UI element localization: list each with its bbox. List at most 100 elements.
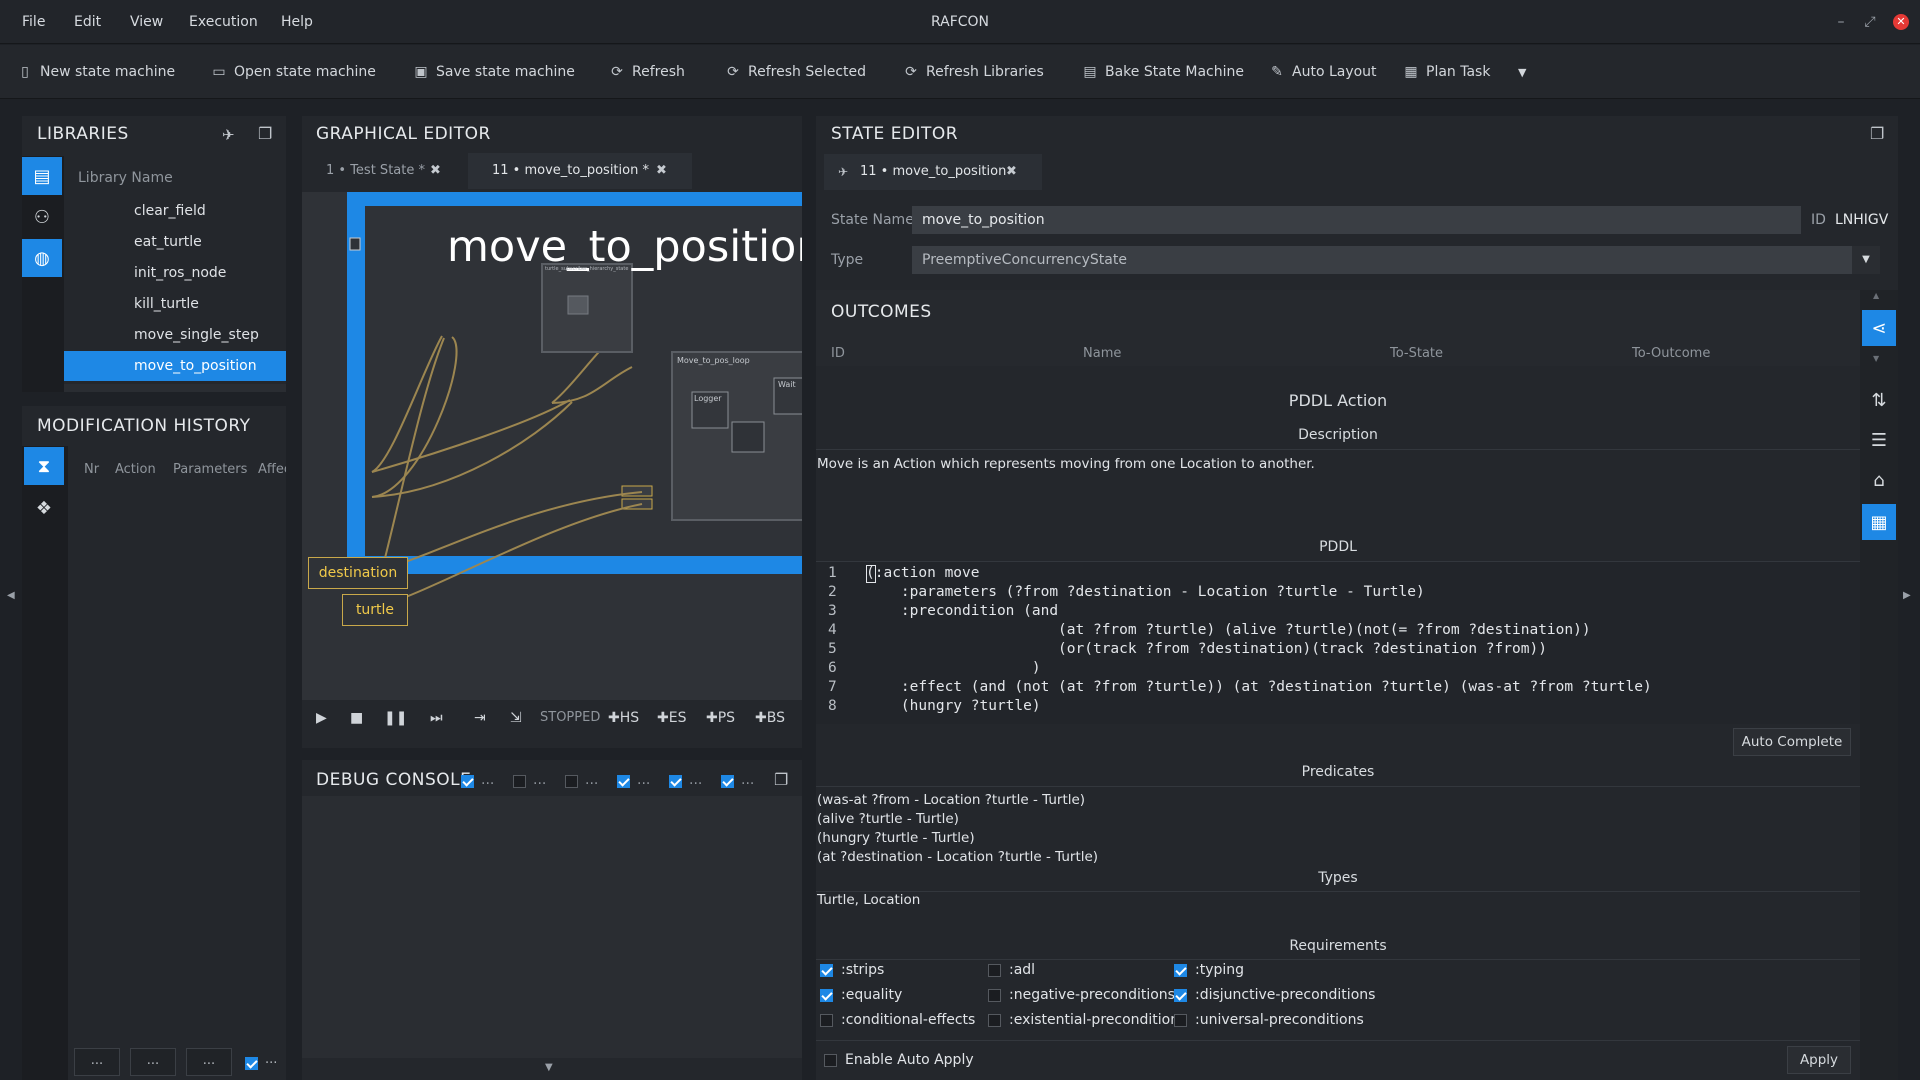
- menu-help[interactable]: Help: [281, 14, 313, 30]
- description-text[interactable]: Move is an Action which represents movin…: [817, 456, 1315, 472]
- debug-filter-checkbox[interactable]: [513, 773, 526, 789]
- menu-file[interactable]: File: [22, 14, 45, 30]
- new-state-machine-label: New state machine: [40, 64, 176, 80]
- stop-icon[interactable]: ■: [350, 710, 363, 726]
- step-out-icon[interactable]: ⇥: [474, 710, 486, 726]
- collapse-right-icon[interactable]: ▶: [1903, 590, 1911, 601]
- pin-icon[interactable]: ✈: [838, 165, 848, 179]
- globe-icon[interactable]: ◍: [22, 239, 62, 277]
- pause-icon[interactable]: ❚❚: [384, 710, 407, 726]
- graphical-editor-title: GRAPHICAL EDITOR: [316, 124, 491, 144]
- close-tab-icon[interactable]: ✖: [1006, 164, 1017, 179]
- type-select[interactable]: PreemptiveConcurrencyState: [912, 246, 1852, 274]
- history-option-button[interactable]: ...: [130, 1048, 176, 1076]
- refresh-button[interactable]: ⟳ Refresh: [610, 61, 685, 83]
- library-item[interactable]: move_single_step: [64, 320, 286, 350]
- library-item[interactable]: clear_field: [64, 196, 286, 226]
- port-label-turtle[interactable]: turtle: [342, 594, 408, 626]
- menu-execution[interactable]: Execution: [189, 14, 258, 30]
- divider: [816, 449, 1860, 450]
- bake-state-machine-button[interactable]: ▤ Bake State Machine: [1083, 61, 1244, 83]
- calculator-icon[interactable]: ▦: [1862, 504, 1896, 540]
- requirement-strips[interactable]: :strips: [820, 962, 884, 978]
- predicate-line: (at ?destination - Location ?turtle - Tu…: [817, 849, 1099, 865]
- libraries-scrollbar[interactable]: [64, 384, 286, 392]
- save-state-machine-button[interactable]: ▣ Save state machine: [414, 61, 575, 83]
- requirement-negative-preconditions[interactable]: :negative-preconditions: [988, 987, 1175, 1003]
- auto-layout-button[interactable]: ✎ Auto Layout: [1270, 61, 1376, 83]
- debug-filter-checkbox[interactable]: [721, 773, 734, 789]
- align-left-icon[interactable]: ☰: [1862, 422, 1896, 458]
- hierarchy-icon[interactable]: ⚇: [22, 198, 62, 236]
- requirement-adl[interactable]: :adl: [988, 962, 1035, 978]
- library-item[interactable]: eat_turtle: [64, 227, 286, 257]
- history-filter-checkbox[interactable]: [245, 1055, 258, 1071]
- debug-console-output[interactable]: [302, 796, 802, 1058]
- scroll-down-icon[interactable]: ▼: [545, 1062, 553, 1073]
- close-window-button[interactable]: ✕: [1893, 14, 1909, 30]
- library-book-icon[interactable]: ▤: [22, 157, 62, 195]
- step-forward-icon[interactable]: ⏭: [430, 710, 443, 726]
- library-item-selected[interactable]: move_to_position: [64, 351, 286, 381]
- scroll-up-icon[interactable]: ▲: [1873, 291, 1879, 300]
- menu-edit[interactable]: Edit: [74, 14, 101, 30]
- requirement-label: :negative-preconditions: [1009, 987, 1175, 1003]
- add-hs-button[interactable]: ✚HS: [608, 710, 639, 726]
- undock-icon[interactable]: ❐: [258, 124, 272, 143]
- requirement-equality[interactable]: :equality: [820, 987, 902, 1003]
- minimize-button[interactable]: –: [1831, 12, 1851, 32]
- undock-icon[interactable]: ❐: [774, 770, 788, 789]
- pin-icon[interactable]: ✈: [222, 126, 235, 144]
- collapse-left-icon[interactable]: ◀: [7, 590, 15, 601]
- institution-icon[interactable]: ⌂: [1862, 462, 1896, 498]
- refresh-selected-button[interactable]: ⟳ Refresh Selected: [726, 61, 866, 83]
- new-state-machine-button[interactable]: ▯ New state machine: [18, 61, 175, 83]
- chevron-down-icon[interactable]: ▼: [1852, 246, 1880, 274]
- play-icon[interactable]: ▶: [316, 710, 327, 726]
- debug-console-title: DEBUG CONSOLE: [316, 770, 472, 790]
- undock-icon[interactable]: ❐: [1870, 124, 1884, 143]
- state-name-field[interactable]: move_to_position: [912, 206, 1801, 234]
- add-bs-button[interactable]: ✚BS: [755, 710, 785, 726]
- restore-button[interactable]: ⤢: [1860, 12, 1880, 32]
- history-option-button[interactable]: ...: [186, 1048, 232, 1076]
- requirement-disjunctive-preconditions[interactable]: :disjunctive-preconditions: [1174, 987, 1375, 1003]
- port-label-destination[interactable]: destination: [308, 557, 408, 589]
- refresh-libraries-button[interactable]: ⟳ Refresh Libraries: [904, 61, 1044, 83]
- toolbar-more-dropdown-icon[interactable]: ▼: [1518, 61, 1526, 83]
- step-into-icon[interactable]: ⇲: [510, 710, 522, 726]
- menu-view[interactable]: View: [130, 14, 163, 30]
- apply-button[interactable]: Apply: [1787, 1046, 1851, 1074]
- requirement-existential-preconditions[interactable]: :existential-preconditions: [988, 1012, 1186, 1028]
- requirement-label: :strips: [841, 962, 885, 978]
- tab-test-state[interactable]: 1 • Test State *: [302, 153, 468, 189]
- history-option-button[interactable]: ...: [74, 1048, 120, 1076]
- open-state-machine-button[interactable]: ▭ Open state machine: [212, 61, 376, 83]
- scroll-down-icon[interactable]: ▼: [1873, 354, 1879, 363]
- types-text[interactable]: Turtle, Location: [817, 892, 920, 908]
- debug-filter-checkbox[interactable]: [617, 773, 630, 789]
- debug-filter-checkbox[interactable]: [565, 773, 578, 789]
- requirement-universal-preconditions[interactable]: :universal-preconditions: [1174, 1012, 1364, 1028]
- plan-task-button[interactable]: ▦ Plan Task: [1404, 61, 1490, 83]
- close-tab-icon[interactable]: ✖: [430, 163, 441, 178]
- auto-complete-button[interactable]: Auto Complete: [1733, 728, 1851, 756]
- requirement-conditional-effects[interactable]: :conditional-effects: [820, 1012, 975, 1028]
- outcomes-col-to-outcome: To-Outcome: [1632, 346, 1711, 361]
- requirements-label: Requirements: [1289, 938, 1387, 954]
- sort-icon[interactable]: ⇅: [1862, 382, 1896, 418]
- refresh-label: Refresh: [632, 64, 685, 80]
- add-ps-button[interactable]: ✚PS: [706, 710, 735, 726]
- library-item[interactable]: kill_turtle: [64, 289, 286, 319]
- income-port: [349, 237, 361, 251]
- close-tab-icon[interactable]: ✖: [656, 163, 667, 178]
- requirement-typing[interactable]: :typing: [1174, 962, 1244, 978]
- library-item[interactable]: init_ros_node: [64, 258, 286, 288]
- share-icon[interactable]: ⋖: [1862, 310, 1896, 346]
- debug-filter-checkbox[interactable]: [669, 773, 682, 789]
- add-es-button[interactable]: ✚ES: [657, 710, 686, 726]
- debug-filter-checkbox[interactable]: [461, 773, 474, 789]
- hourglass-icon[interactable]: ⧗: [24, 447, 64, 485]
- enable-auto-apply-checkbox[interactable]: Enable Auto Apply: [824, 1052, 974, 1068]
- cubes-icon[interactable]: ❖: [24, 489, 64, 527]
